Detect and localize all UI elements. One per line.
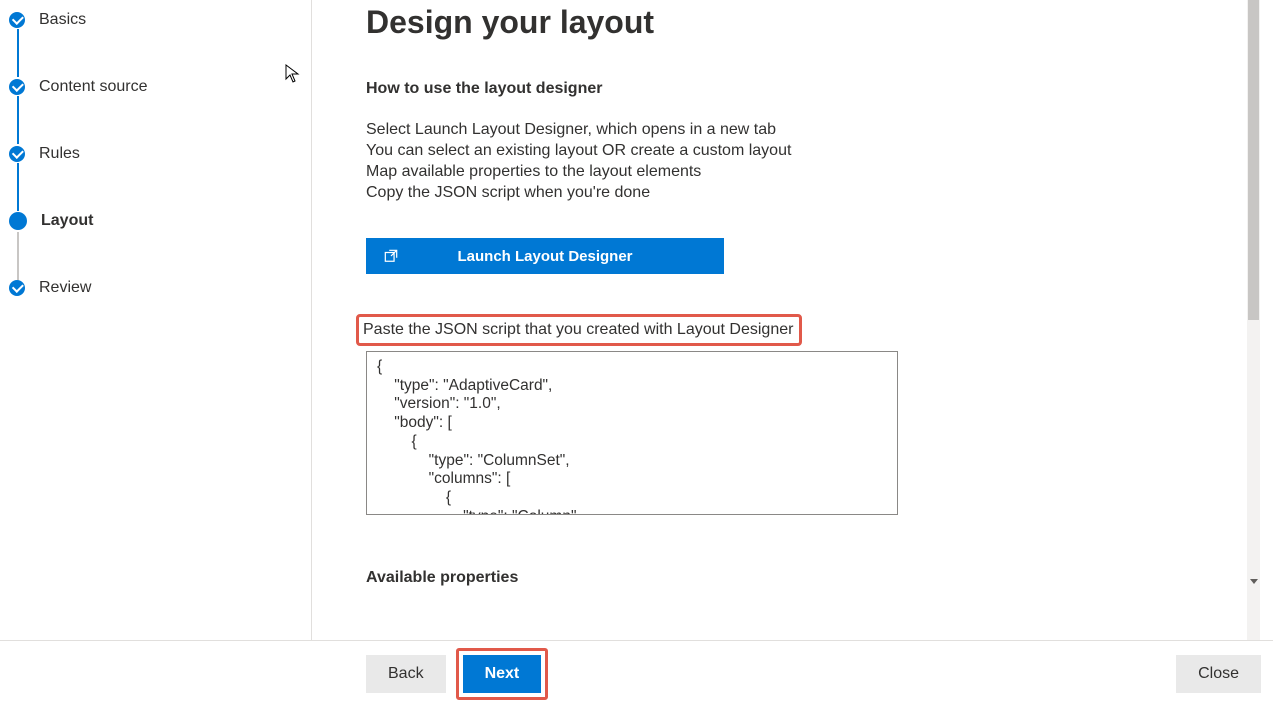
next-button-highlight: Next [456, 648, 549, 700]
step-connector [17, 29, 19, 77]
step-layout[interactable]: Layout [9, 212, 311, 230]
json-label-highlight: Paste the JSON script that you created w… [356, 314, 802, 346]
back-button[interactable]: Back [366, 655, 446, 693]
step-content-source[interactable]: Content source [9, 78, 311, 96]
instruction-line: Copy the JSON script when you're done [366, 182, 1260, 203]
main-panel: Design your layout How to use the layout… [312, 0, 1260, 640]
json-script-label: Paste the JSON script that you created w… [363, 321, 793, 338]
step-connector [17, 163, 19, 211]
step-rules[interactable]: Rules [9, 145, 311, 163]
wizard-sidebar: Basics Content source Rules Layout Revie… [0, 0, 312, 640]
close-button[interactable]: Close [1176, 655, 1261, 693]
check-icon [9, 280, 25, 296]
chevron-down-icon [1250, 579, 1258, 584]
next-button[interactable]: Next [463, 655, 542, 693]
step-connector [17, 96, 19, 144]
instruction-line: Map available properties to the layout e… [366, 161, 1260, 182]
instruction-line: Select Launch Layout Designer, which ope… [366, 119, 1260, 140]
instructions-list: Select Launch Layout Designer, which ope… [366, 119, 1260, 203]
check-icon [9, 146, 25, 162]
available-properties-heading: Available properties [366, 569, 1260, 587]
open-new-tab-icon [384, 249, 398, 263]
vertical-scrollbar[interactable] [1247, 0, 1260, 640]
step-label: Content source [39, 78, 148, 96]
current-step-icon [9, 212, 27, 230]
instruction-line: You can select an existing layout OR cre… [366, 140, 1260, 161]
step-label: Layout [41, 212, 93, 230]
launch-layout-designer-button[interactable]: Launch Layout Designer [366, 238, 724, 274]
page-title: Design your layout [366, 0, 1260, 42]
howto-heading: How to use the layout designer [366, 80, 1260, 98]
footer: Back Next Close [0, 640, 1273, 707]
check-icon [9, 79, 25, 95]
json-script-textarea[interactable] [366, 351, 898, 515]
step-label: Rules [39, 145, 80, 163]
check-icon [9, 12, 25, 28]
step-basics[interactable]: Basics [9, 11, 311, 29]
step-label: Review [39, 279, 91, 297]
step-review[interactable]: Review [9, 279, 311, 297]
step-connector [17, 232, 19, 280]
launch-button-label: Launch Layout Designer [457, 248, 632, 265]
scrollbar-thumb[interactable] [1248, 0, 1259, 320]
step-label: Basics [39, 11, 86, 29]
